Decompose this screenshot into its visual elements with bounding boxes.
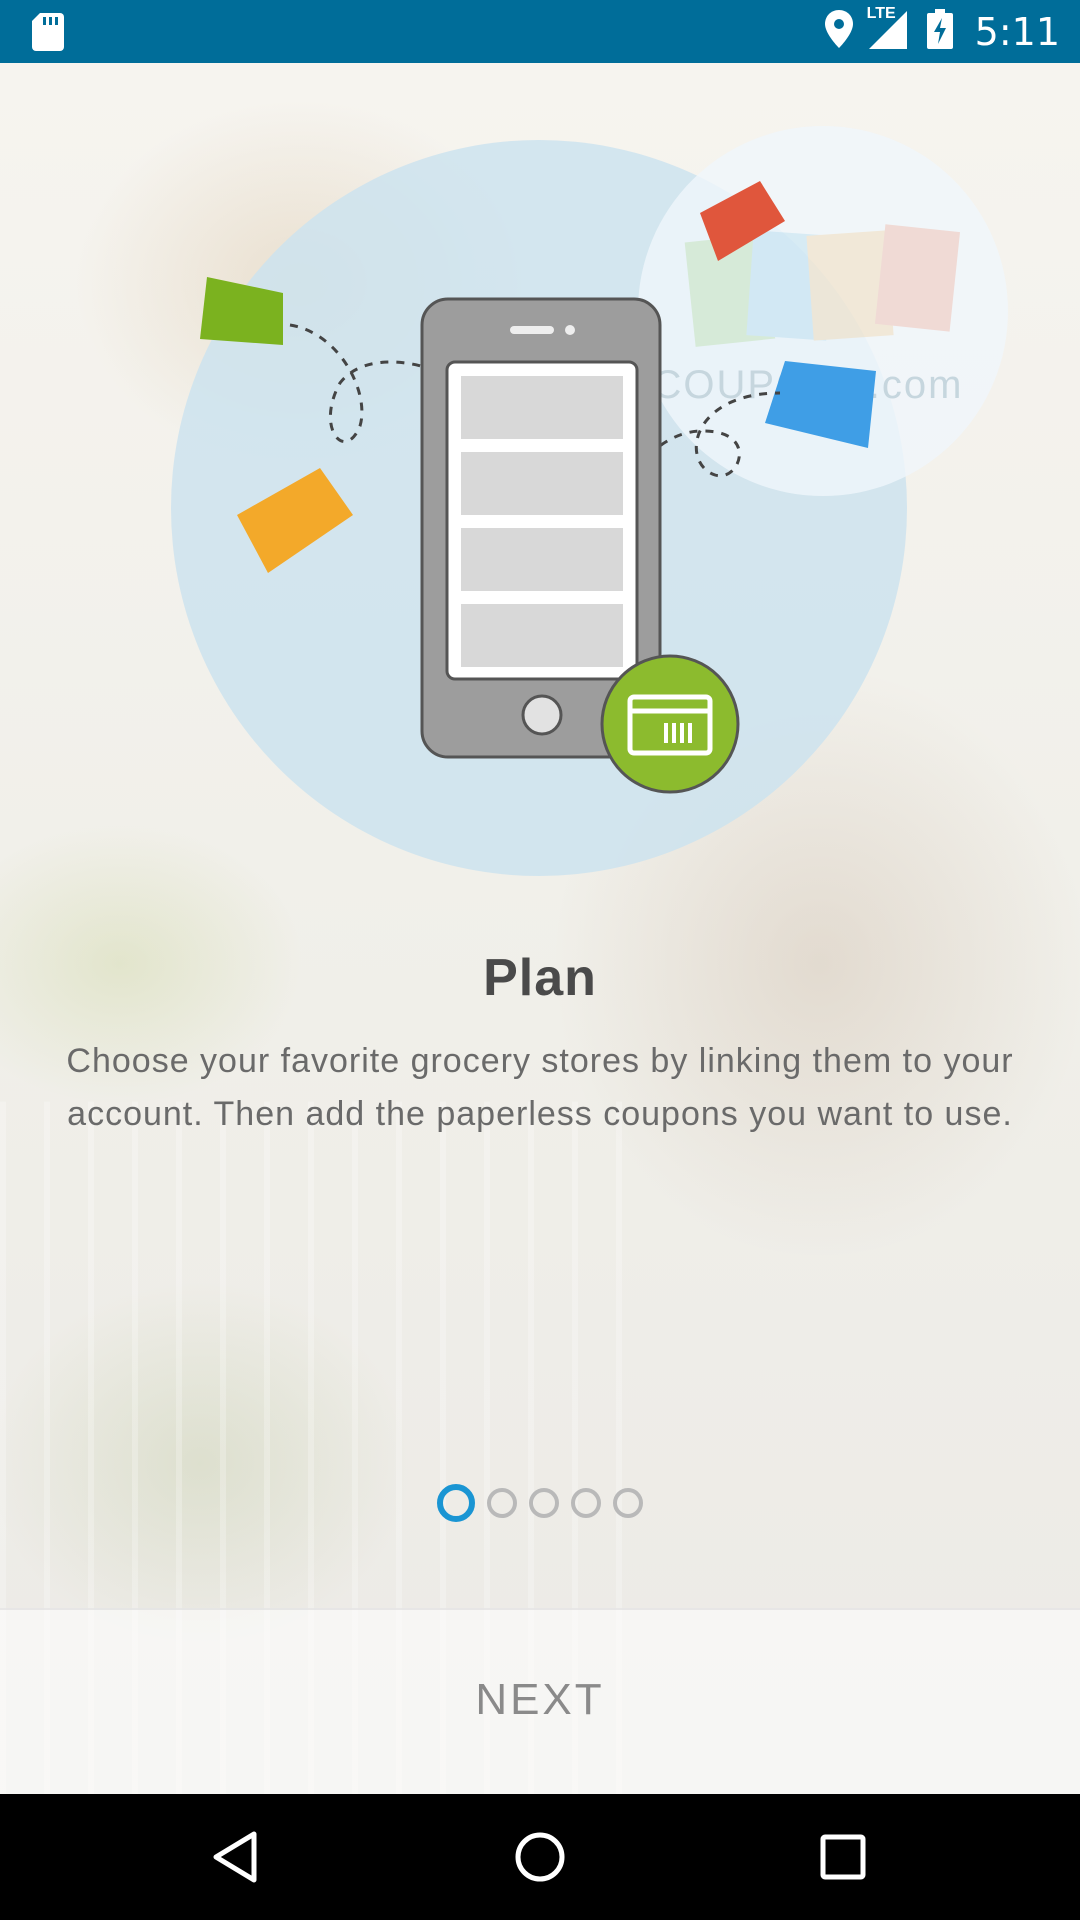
location-icon [824,10,853,53]
back-icon[interactable] [200,1822,270,1892]
onboarding-illustration: COUPONS.com [171,126,1008,876]
page-dot-4[interactable] [571,1488,601,1518]
page-dot-2[interactable] [487,1488,517,1518]
status-time: 5:11 [974,9,1060,54]
page-indicator [0,1484,1080,1522]
home-icon[interactable] [505,1822,575,1892]
battery-charging-icon [926,9,953,54]
slide-title: Plan [483,949,597,1007]
page-dot-1[interactable] [437,1484,475,1522]
recents-icon[interactable] [808,1822,878,1892]
page-dot-5[interactable] [613,1488,643,1518]
page-dot-3[interactable] [529,1488,559,1518]
slide-description: Choose your favorite grocery stores by l… [66,1042,1014,1133]
lte-signal-icon: LTE [866,5,913,56]
status-bar: LTE 5:11 [0,0,1080,63]
navigation-bar [0,1794,1080,1920]
sd-card-icon [32,13,64,56]
loyalty-card-badge [600,654,740,794]
network-type-label: LTE [866,5,896,22]
next-button[interactable]: NEXT [340,1640,740,1760]
